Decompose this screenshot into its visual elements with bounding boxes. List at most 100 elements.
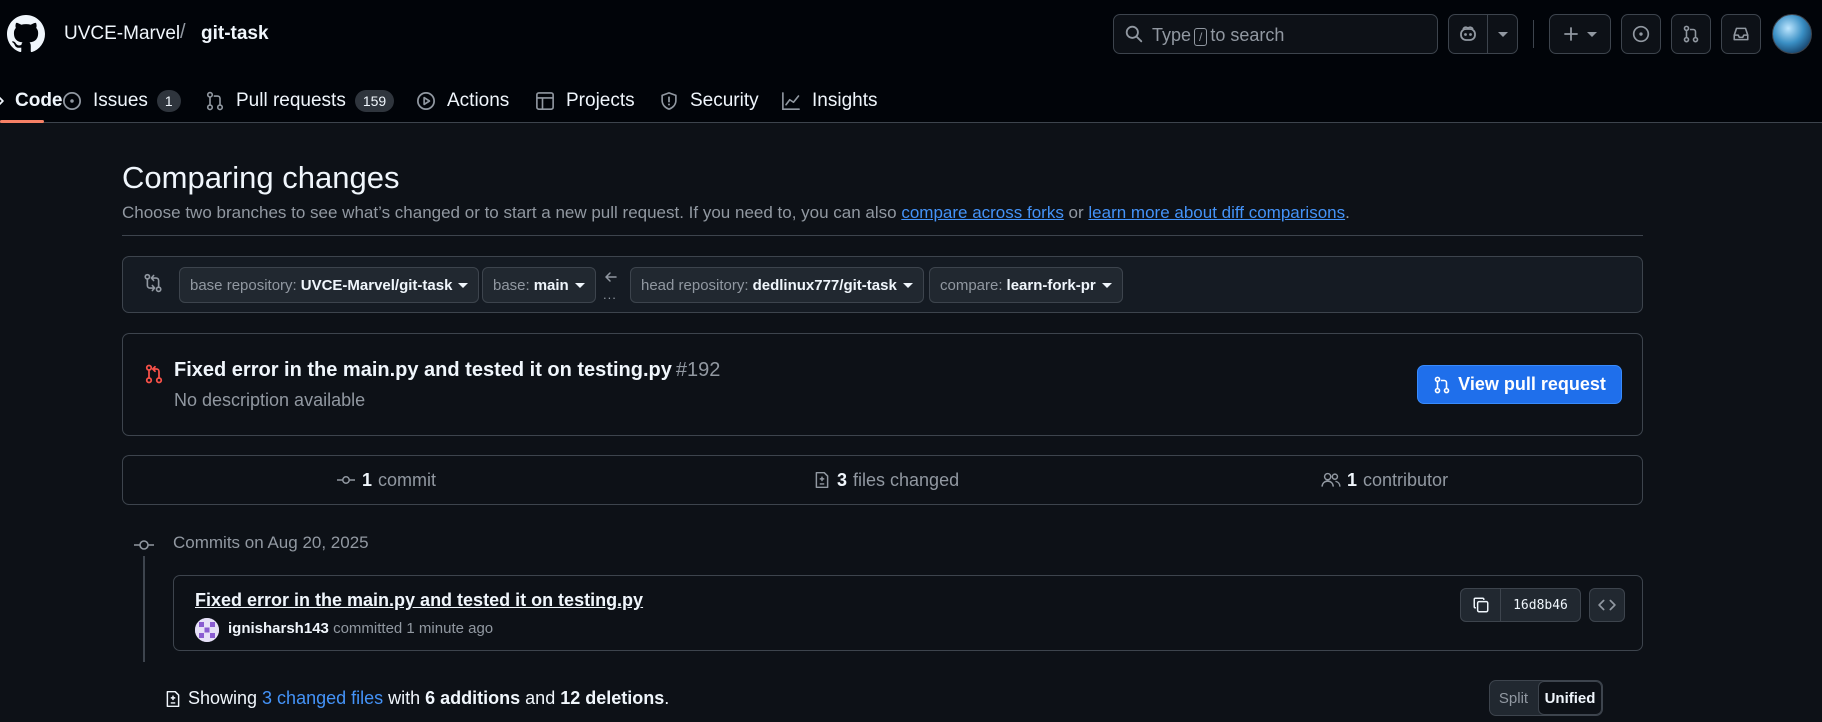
breadcrumb-separator: /: [180, 21, 186, 43]
title-divider: [122, 235, 1643, 236]
tab-pull-requests[interactable]: Pull requests 159: [205, 78, 395, 123]
create-new-button[interactable]: [1549, 14, 1611, 54]
tab-security[interactable]: Security: [659, 78, 759, 123]
contributors-stat[interactable]: 1 contributor: [1321, 456, 1448, 504]
changed-files-link[interactable]: 3 changed files: [262, 688, 383, 709]
breadcrumb-owner[interactable]: UVCE-Marvel: [64, 23, 180, 45]
copilot-menu-button[interactable]: [1488, 15, 1518, 53]
commit-metadata: ignisharsh143 committed 1 minute ago: [228, 620, 494, 637]
chevron-down-icon: [574, 282, 585, 288]
issues-icon: [1632, 25, 1650, 43]
tab-actions-label: Actions: [447, 89, 510, 111]
search-input[interactable]: Type / to search: [1113, 14, 1438, 54]
active-tab-indicator: [0, 120, 44, 123]
view-pull-request-button[interactable]: View pull request: [1417, 365, 1622, 404]
git-commit-icon: [337, 476, 355, 484]
tab-code-label: Code: [15, 89, 63, 111]
pull-request-title[interactable]: Fixed error in the main.py and tested it…: [174, 359, 720, 382]
code-icon: [0, 96, 4, 105]
play-icon: [417, 91, 435, 110]
diff-view-toggle: Split Unified: [1489, 680, 1603, 716]
code-icon: [1598, 599, 1616, 611]
chevron-down-icon: [902, 282, 913, 288]
tab-insights[interactable]: Insights: [781, 78, 877, 123]
commits-stat[interactable]: 1 commit: [336, 456, 436, 504]
user-avatar[interactable]: [1772, 14, 1812, 54]
copilot-button[interactable]: [1449, 15, 1487, 53]
compare-stats: 1 commit 3 files changed 1 contributor: [122, 455, 1643, 505]
commit-sha-link[interactable]: 16d8b46: [1501, 589, 1580, 621]
diff-summary: Showing 3 changed files with 6 additions…: [164, 688, 669, 709]
issue-opened-icon: [63, 91, 81, 110]
tab-issues[interactable]: Issues 1: [62, 78, 181, 123]
people-icon: [1321, 472, 1341, 487]
git-commit-icon: [134, 540, 154, 550]
shield-icon: [661, 91, 677, 110]
copy-icon: [1473, 597, 1488, 613]
arrow-left-icon: [605, 272, 617, 282]
chevron-down-icon: [1587, 31, 1597, 37]
pull-requests-icon: [1683, 25, 1699, 43]
compare-forks-link[interactable]: compare across forks: [901, 203, 1064, 222]
head-repository-select[interactable]: head repository: dedlinux777/git-task: [630, 267, 924, 303]
git-compare-icon: [144, 273, 162, 293]
chevron-down-icon: [458, 282, 469, 288]
search-placeholder: Type / to search: [1152, 25, 1285, 46]
commit-list-item: Fixed error in the main.py and tested it…: [173, 575, 1643, 651]
plus-icon: [1564, 27, 1578, 41]
chevron-down-icon: [1101, 282, 1112, 288]
graph-icon: [782, 91, 800, 110]
tab-projects[interactable]: Projects: [535, 78, 635, 123]
pull-request-number: #192: [675, 359, 721, 381]
table-icon: [536, 91, 554, 110]
pull-request-description: No description available: [174, 390, 366, 410]
copy-sha-button[interactable]: [1461, 589, 1501, 621]
pull-requests-button[interactable]: [1671, 14, 1711, 54]
files-changed-stat[interactable]: 3 files changed: [813, 456, 959, 504]
slash-key-hint: /: [1194, 28, 1208, 46]
issues-count-badge: 1: [156, 89, 181, 112]
unified-view-button[interactable]: Unified: [1538, 681, 1602, 715]
git-pull-request-icon: [1434, 376, 1450, 393]
tab-issues-label: Issues: [93, 89, 148, 111]
tab-projects-label: Projects: [566, 89, 635, 111]
tab-code[interactable]: Code: [0, 78, 63, 123]
commit-message-link[interactable]: Fixed error in the main.py and tested it…: [195, 590, 643, 611]
commit-time: 1 minute ago: [406, 620, 494, 637]
inbox-button[interactable]: [1721, 14, 1761, 54]
copilot-button-group: [1448, 14, 1518, 54]
commits-date-heading: Commits on Aug 20, 2025: [173, 533, 369, 552]
github-logo-icon[interactable]: [7, 15, 45, 53]
inbox-icon: [1733, 27, 1749, 41]
base-branch-select[interactable]: base: main: [482, 267, 596, 303]
git-pull-request-icon: [145, 364, 163, 384]
app-header: UVCE-Marvel / git-task Type / to search Co…: [0, 0, 1822, 123]
breadcrumb-repo[interactable]: git-task: [201, 23, 269, 45]
header-divider: [1533, 20, 1534, 48]
tab-actions[interactable]: Actions: [416, 78, 509, 123]
existing-pull-request: Fixed error in the main.py and tested it…: [122, 333, 1643, 436]
compare-branch-select[interactable]: compare: learn-fork-pr: [929, 267, 1123, 303]
issues-button[interactable]: [1621, 14, 1661, 54]
split-view-button[interactable]: Split: [1490, 681, 1537, 715]
learn-diff-link[interactable]: learn more about diff comparisons: [1088, 203, 1345, 222]
tab-insights-label: Insights: [812, 89, 878, 111]
range-editor: base repository: UVCE-Marvel/git-task bas…: [122, 256, 1643, 313]
copilot-icon: [1460, 26, 1476, 41]
tab-pull-requests-label: Pull requests: [236, 89, 346, 111]
browse-repository-button[interactable]: [1589, 588, 1625, 622]
range-ellipsis: ...: [603, 287, 617, 302]
pull-requests-count-badge: 159: [354, 89, 395, 112]
avatar[interactable]: [195, 618, 219, 642]
page-title: Comparing changes: [122, 160, 400, 195]
base-repository-select[interactable]: base repository: UVCE-Marvel/git-task: [179, 267, 480, 303]
timeline-line: [143, 556, 145, 662]
chevron-down-icon: [1498, 31, 1508, 37]
git-pull-request-icon: [206, 91, 224, 110]
page-subtitle: Choose two branches to see what’s change…: [122, 203, 1350, 222]
search-icon: [1125, 25, 1143, 43]
commit-sha-group: 16d8b46: [1460, 588, 1581, 622]
commit-author-link[interactable]: ignisharsh143: [228, 620, 329, 637]
file-diff-icon: [166, 690, 180, 707]
file-diff-icon: [815, 471, 829, 489]
